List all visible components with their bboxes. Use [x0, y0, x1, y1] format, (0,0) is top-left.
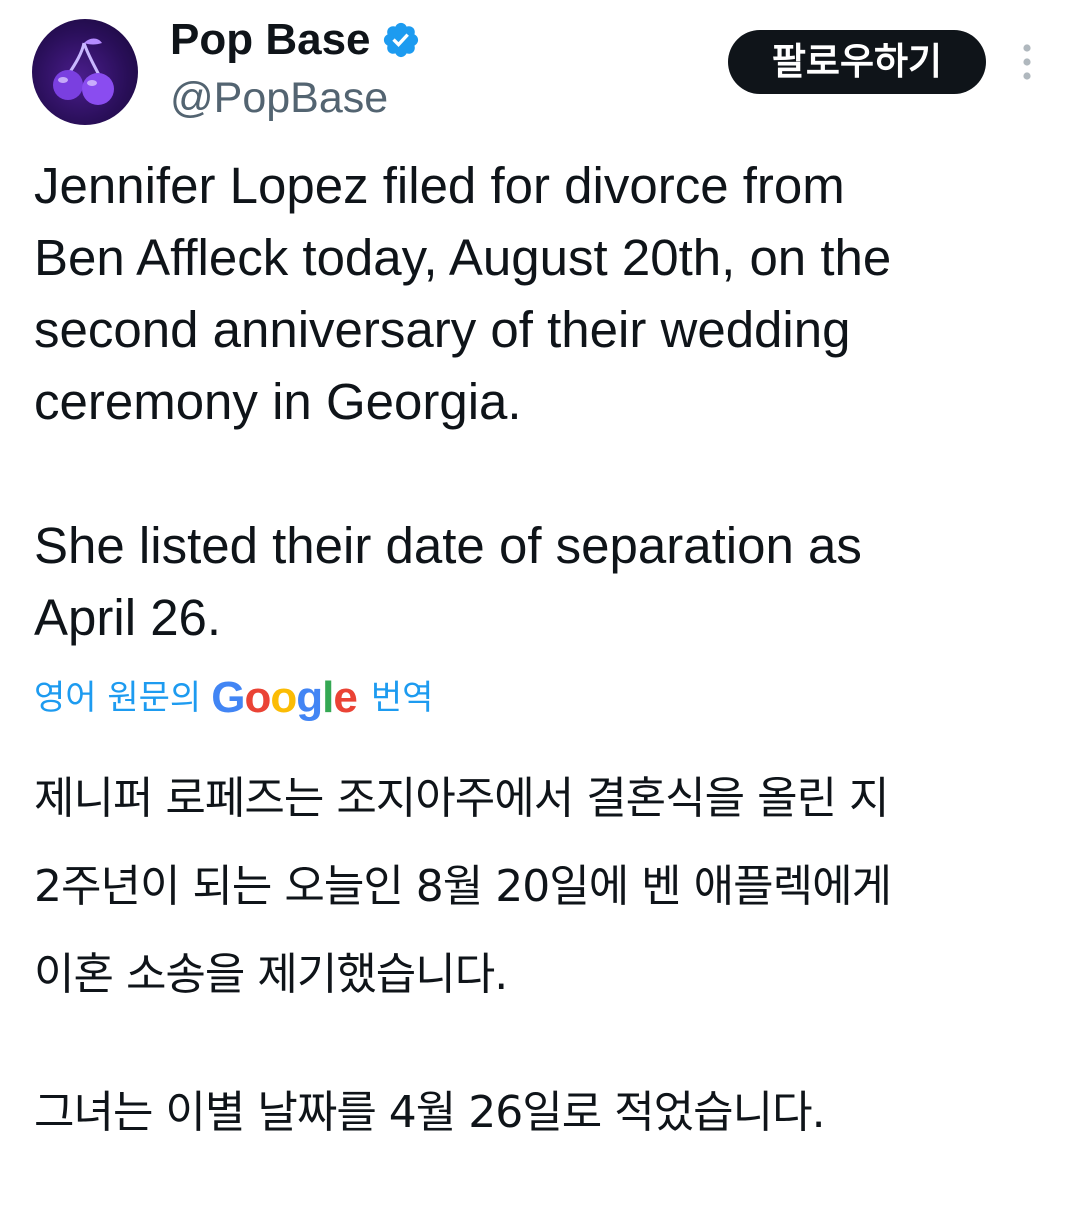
follow-button[interactable]: 팔로우하기	[728, 30, 986, 94]
author-name-text[interactable]: Pop Base	[170, 12, 371, 68]
author-display-name[interactable]: Pop Base	[170, 12, 421, 68]
author-info: Pop Base @PopBase	[170, 12, 421, 126]
verified-badge-icon	[383, 22, 418, 58]
tweet-text-container: Jennifer Lopez filed for divorce from Be…	[34, 150, 1054, 654]
tweet-header: Pop Base @PopBase 팔로우하기	[0, 0, 1080, 140]
cherry-avatar-icon[interactable]	[32, 19, 138, 125]
more-vertical-icon[interactable]	[1012, 42, 1042, 82]
google-logo: Google	[211, 673, 358, 722]
translated-text-container: 제니퍼 로페즈는 조지아주에서 결혼식을 올린 지 2주년이 되는 오늘인 8월…	[34, 755, 1064, 1157]
translation-attribution[interactable]: 영어 원문의 Google 번역	[34, 668, 433, 728]
tweet-paragraph-1: Jennifer Lopez filed for divorce from Be…	[34, 157, 892, 430]
translated-paragraph-2: 그녀는 이별 날짜를 4월 26일로 적었습니다.	[34, 1087, 826, 1138]
tweet-paragraph-2: She listed their date of separation as A…	[34, 517, 862, 646]
author-handle[interactable]: @PopBase	[170, 70, 421, 126]
translation-prefix: 영어 원문의	[34, 678, 202, 718]
translated-paragraph-1: 제니퍼 로페즈는 조지아주에서 결혼식을 올린 지 2주년이 되는 오늘인 8월…	[34, 773, 892, 1000]
translation-suffix: 번역	[370, 678, 434, 718]
